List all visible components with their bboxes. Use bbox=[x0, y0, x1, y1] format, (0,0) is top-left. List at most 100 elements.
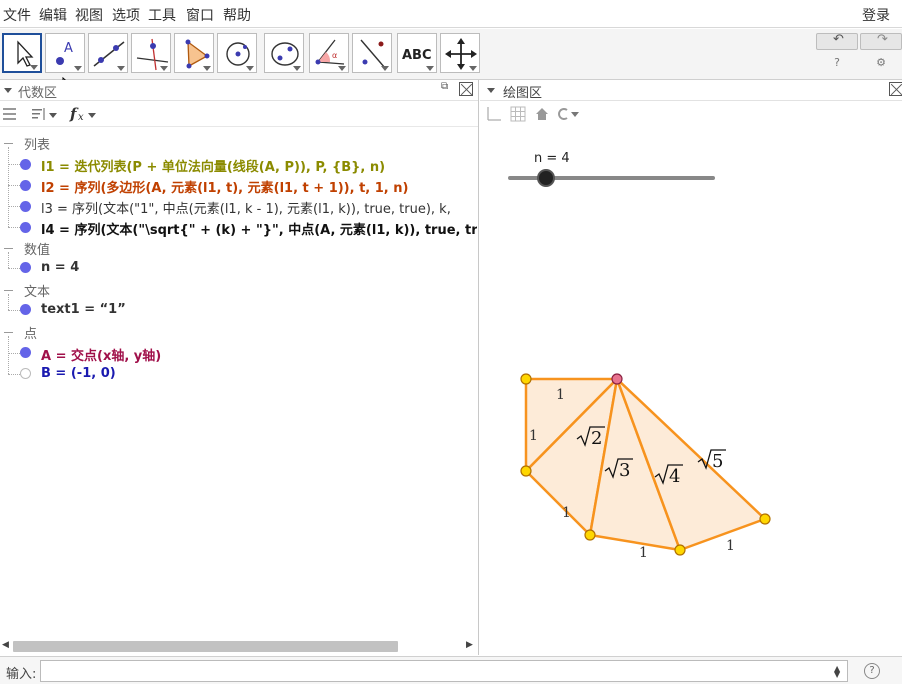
list-point-1[interactable] bbox=[520, 373, 532, 385]
visibility-toggle-A[interactable] bbox=[20, 347, 31, 358]
point-A[interactable] bbox=[611, 373, 623, 385]
menu-window[interactable]: 窗口 bbox=[186, 5, 214, 25]
list-point-4[interactable] bbox=[674, 544, 686, 556]
graphics-header: 绘图区 bbox=[480, 80, 902, 101]
axes-toggle-icon[interactable] bbox=[486, 106, 502, 122]
visibility-toggle-B[interactable] bbox=[20, 368, 31, 379]
label-one-4: 1 bbox=[639, 545, 648, 561]
input-help-icon[interactable]: ? bbox=[864, 663, 880, 679]
scroll-right-icon[interactable]: ▶ bbox=[466, 640, 473, 650]
graphics-canvas[interactable]: n = 4 1 1 1 1 1 2 3 4 5 bbox=[480, 127, 902, 652]
svg-text:α: α bbox=[332, 51, 337, 60]
chevron-down-icon bbox=[30, 65, 38, 70]
list-point-2[interactable] bbox=[520, 465, 532, 477]
algebra-row-B[interactable]: B = (-1, 0) bbox=[41, 366, 116, 381]
chevron-down-icon bbox=[381, 66, 389, 71]
gear-icon[interactable]: ⚙ bbox=[874, 56, 888, 69]
chevron-down-icon bbox=[426, 66, 434, 71]
svg-text:4: 4 bbox=[669, 466, 680, 487]
reflect-tool-button[interactable] bbox=[352, 33, 392, 73]
label-one-1: 1 bbox=[556, 387, 565, 403]
scrollbar-thumb[interactable] bbox=[13, 641, 398, 652]
move-tool-button[interactable] bbox=[2, 33, 42, 73]
input-bar: 输入: ▲ ▼ ? bbox=[0, 656, 902, 684]
home-icon[interactable] bbox=[534, 106, 550, 122]
undock-icon[interactable]: ⧉ bbox=[441, 81, 448, 92]
svg-text:5: 5 bbox=[712, 451, 723, 472]
algebra-row-l2[interactable]: l2 = 序列(多边形(A, 元素(l1, t), 元素(l1, t + 1))… bbox=[41, 177, 477, 196]
function-input-icon[interactable]: f x bbox=[68, 105, 100, 123]
toolbar: A α ABC ↶ ↷ ? ⚙ bbox=[0, 29, 902, 80]
algebra-view: 代数区 ⧉ f x 列表 l1 = 迭代列表(P + 单位法向量(线段(A, P… bbox=[0, 80, 479, 655]
algebra-row-l1[interactable]: l1 = 迭代列表(P + 单位法向量(线段(A, P)), P, {B}, n… bbox=[41, 156, 477, 175]
graphics-view[interactable]: 绘图区 n = 4 1 1 1 1 1 2 3 4 5 bbox=[480, 80, 902, 655]
graphics-toolbar bbox=[480, 102, 902, 127]
line-tool-button[interactable] bbox=[88, 33, 128, 73]
command-input[interactable] bbox=[40, 660, 848, 682]
polygon-tool-button[interactable] bbox=[174, 33, 214, 73]
close-algebra-icon[interactable] bbox=[459, 82, 473, 96]
slider-knob[interactable] bbox=[537, 169, 555, 187]
label-one-2: 1 bbox=[529, 428, 538, 444]
redo-button[interactable]: ↷ bbox=[860, 32, 902, 50]
collapse-number-group[interactable] bbox=[4, 248, 13, 249]
menu-lines-icon[interactable] bbox=[3, 108, 17, 120]
group-label-numbers: 数值 bbox=[24, 243, 51, 258]
svg-text:A: A bbox=[64, 41, 73, 56]
scroll-left-icon[interactable]: ◀ bbox=[2, 640, 9, 650]
undo-icon: ↶ bbox=[833, 32, 844, 47]
move-view-tool-button[interactable] bbox=[440, 33, 480, 73]
visibility-toggle-text1[interactable] bbox=[20, 304, 31, 315]
list-point-3[interactable] bbox=[584, 529, 596, 541]
collapse-list-group[interactable] bbox=[4, 143, 13, 144]
algebra-header: 代数区 ⧉ bbox=[0, 80, 478, 101]
circle-tool-button[interactable] bbox=[217, 33, 257, 73]
algebra-row-n[interactable]: n = 4 bbox=[41, 260, 79, 275]
visibility-toggle-l3[interactable] bbox=[20, 201, 31, 212]
algebra-toolbar: f x bbox=[0, 102, 478, 127]
list-point-5[interactable] bbox=[759, 513, 771, 525]
spiral-polygons[interactable] bbox=[524, 377, 767, 552]
menu-help[interactable]: 帮助 bbox=[223, 5, 251, 25]
point-capture-icon[interactable] bbox=[556, 106, 582, 122]
visibility-toggle-l2[interactable] bbox=[20, 180, 31, 191]
history-spinner-icon[interactable]: ▲ ▼ bbox=[834, 665, 840, 679]
menu-file[interactable]: 文件 bbox=[3, 5, 31, 25]
collapse-caret-icon[interactable] bbox=[487, 88, 495, 93]
algebra-row-l4[interactable]: l4 = 序列(文本("\sqrt{" + (k) + "}", 中点(A, 元… bbox=[41, 219, 477, 238]
login-link[interactable]: 登录 bbox=[862, 5, 890, 25]
menu-view[interactable]: 视图 bbox=[75, 5, 103, 25]
point-tool-button[interactable]: A bbox=[45, 33, 85, 73]
svg-text:x: x bbox=[78, 112, 84, 123]
menu-options[interactable]: 选项 bbox=[112, 5, 140, 25]
grid-toggle-icon[interactable] bbox=[510, 106, 526, 122]
collapse-text-group[interactable] bbox=[4, 290, 13, 291]
collapse-caret-icon[interactable] bbox=[4, 88, 12, 93]
chevron-down-icon bbox=[117, 66, 125, 71]
horizontal-scrollbar[interactable]: ◀ ▶ bbox=[0, 638, 479, 654]
close-graphics-icon[interactable] bbox=[889, 82, 902, 96]
menu-tools[interactable]: 工具 bbox=[148, 5, 176, 25]
visibility-toggle-n[interactable] bbox=[20, 262, 31, 273]
group-label-lists: 列表 bbox=[24, 138, 51, 153]
algebra-row-l3[interactable]: l3 = 序列(文本("1", 中点(元素(l1, k - 1), 元素(l1,… bbox=[41, 198, 477, 217]
perpendicular-tool-button[interactable] bbox=[131, 33, 171, 73]
visibility-toggle-l1[interactable] bbox=[20, 159, 31, 170]
sort-icon[interactable] bbox=[32, 107, 58, 121]
help-icon[interactable]: ? bbox=[830, 56, 844, 69]
graphics-title: 绘图区 bbox=[503, 86, 543, 101]
visibility-toggle-l4[interactable] bbox=[20, 222, 31, 233]
tree-connector bbox=[8, 147, 9, 227]
label-one-5: 1 bbox=[726, 538, 735, 554]
collapse-point-group[interactable] bbox=[4, 332, 13, 333]
chevron-down-icon bbox=[338, 66, 346, 71]
menu-edit[interactable]: 编辑 bbox=[39, 5, 67, 25]
ellipse-tool-button[interactable] bbox=[264, 33, 304, 73]
text-tool-button[interactable]: ABC bbox=[397, 33, 437, 73]
angle-tool-button[interactable]: α bbox=[309, 33, 349, 73]
svg-text:3: 3 bbox=[619, 460, 630, 481]
algebra-row-A[interactable]: A = 交点(x轴, y轴) bbox=[41, 345, 161, 364]
undo-button[interactable]: ↶ bbox=[816, 32, 858, 50]
algebra-row-text1[interactable]: text1 = “1” bbox=[41, 302, 126, 317]
slider-label: n = 4 bbox=[534, 151, 570, 166]
